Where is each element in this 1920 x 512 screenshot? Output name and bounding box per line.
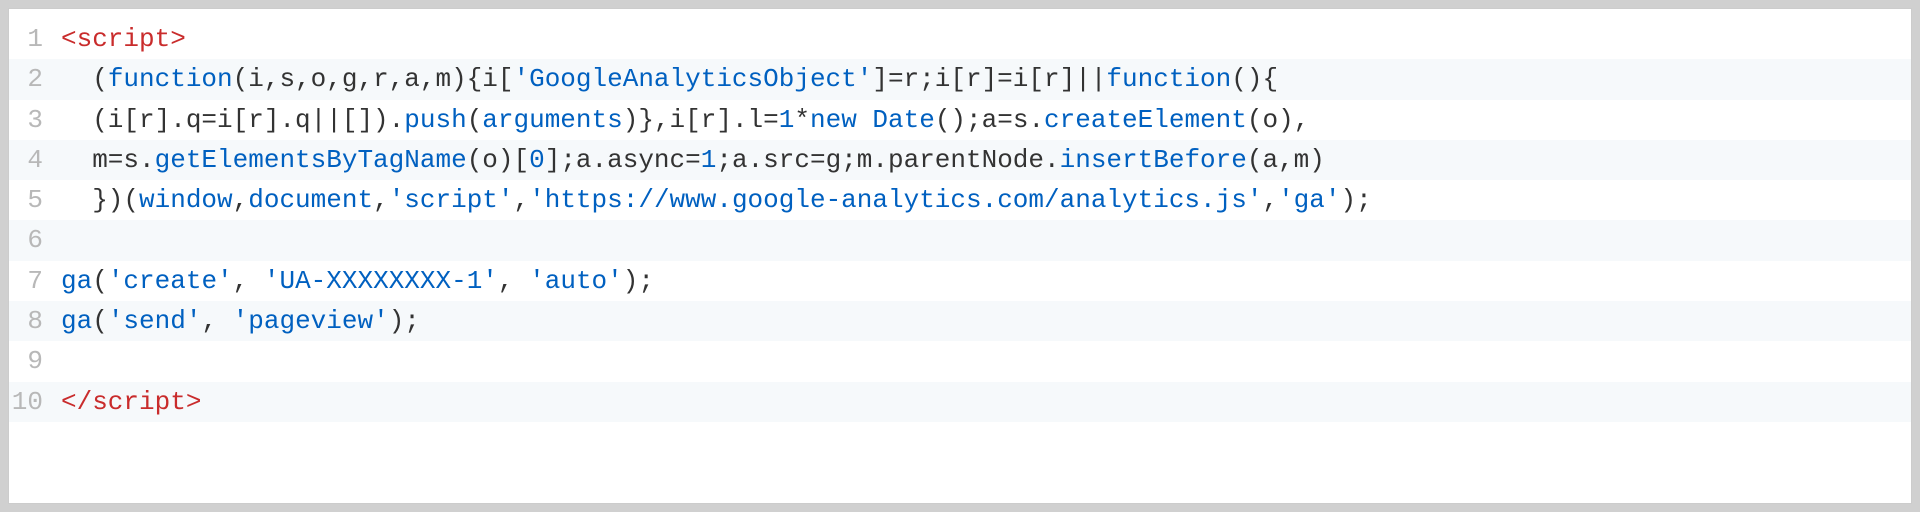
code-token: 1 (779, 105, 795, 135)
code-token: (o)[ (467, 145, 529, 175)
line-number: 10 (9, 382, 61, 422)
code-token: })( (61, 185, 139, 215)
code-token: (a,m) (1247, 145, 1325, 175)
line-number: 2 (9, 59, 61, 99)
code-token: (){ (1231, 64, 1278, 94)
code-token: <script> (61, 24, 186, 54)
code-token: ( (467, 105, 483, 135)
code-token: 'auto' (529, 266, 623, 296)
line-content: </script> (61, 382, 1911, 422)
line-number: 8 (9, 301, 61, 341)
code-token: ); (1340, 185, 1371, 215)
code-token: ga (61, 266, 92, 296)
code-token: , (514, 185, 530, 215)
code-token: function (108, 64, 233, 94)
code-token: arguments (482, 105, 622, 135)
line-number: 4 (9, 140, 61, 180)
line-content: m=s.getElementsByTagName(o)[0];a.async=1… (61, 140, 1911, 180)
code-token: createElement (1044, 105, 1247, 135)
line-content (61, 220, 1911, 260)
code-token: ];a.async= (545, 145, 701, 175)
code-token: ga (61, 306, 92, 336)
code-token: * (794, 105, 810, 135)
code-token: document (248, 185, 373, 215)
code-token: Date (872, 105, 934, 135)
code-token: ();a=s. (935, 105, 1044, 135)
code-token: 'script' (389, 185, 514, 215)
code-token: window (139, 185, 233, 215)
line-content: ga('create', 'UA-XXXXXXXX-1', 'auto'); (61, 261, 1911, 301)
code-line: 4 m=s.getElementsByTagName(o)[0];a.async… (9, 140, 1911, 180)
code-token: 'pageview' (233, 306, 389, 336)
line-content: (i[r].q=i[r].q||[]).push(arguments)},i[r… (61, 100, 1911, 140)
line-content: (function(i,s,o,g,r,a,m){i['GoogleAnalyt… (61, 59, 1911, 99)
code-line: 5 })(window,document,'script','https://w… (9, 180, 1911, 220)
code-token: ( (92, 266, 108, 296)
code-token: 0 (529, 145, 545, 175)
code-token: )},i[r].l= (623, 105, 779, 135)
code-token: ;a.src=g;m.parentNode. (716, 145, 1059, 175)
code-token: ); (623, 266, 654, 296)
code-token: m=s. (61, 145, 155, 175)
code-line: 6 (9, 220, 1911, 260)
code-token: insertBefore (1060, 145, 1247, 175)
code-line: 8ga('send', 'pageview'); (9, 301, 1911, 341)
line-number: 7 (9, 261, 61, 301)
code-token: (i[r].q=i[r].q||[]). (61, 105, 404, 135)
code-line: 3 (i[r].q=i[r].q||[]).push(arguments)},i… (9, 100, 1911, 140)
code-token: getElementsByTagName (155, 145, 467, 175)
code-token: (o), (1247, 105, 1309, 135)
code-token: , (498, 266, 529, 296)
line-content: ga('send', 'pageview'); (61, 301, 1911, 341)
line-content: <script> (61, 19, 1911, 59)
code-token: 1 (701, 145, 717, 175)
code-token: new (810, 105, 857, 135)
code-token: 'create' (108, 266, 233, 296)
code-token: function (1106, 64, 1231, 94)
code-line: 10</script> (9, 382, 1911, 422)
code-token: , (373, 185, 389, 215)
line-content (61, 341, 1911, 381)
code-token: , (1262, 185, 1278, 215)
line-number: 3 (9, 100, 61, 140)
code-token: ( (92, 306, 108, 336)
code-token: </script> (61, 387, 201, 417)
code-token: push (404, 105, 466, 135)
code-line: 2 (function(i,s,o,g,r,a,m){i['GoogleAnal… (9, 59, 1911, 99)
line-number: 1 (9, 19, 61, 59)
code-line: 9 (9, 341, 1911, 381)
code-token: , (201, 306, 232, 336)
code-block: 1<script>2 (function(i,s,o,g,r,a,m){i['G… (8, 8, 1912, 504)
code-token: ]=r;i[r]=i[r]|| (872, 64, 1106, 94)
code-token: , (233, 266, 264, 296)
code-token (857, 105, 873, 135)
code-token: ( (61, 64, 108, 94)
code-token: 'send' (108, 306, 202, 336)
code-token: 'UA-XXXXXXXX-1' (264, 266, 498, 296)
code-token: (i,s,o,g,r,a,m){i[ (233, 64, 514, 94)
line-number: 5 (9, 180, 61, 220)
code-token: 'GoogleAnalyticsObject' (514, 64, 873, 94)
code-line: 7ga('create', 'UA-XXXXXXXX-1', 'auto'); (9, 261, 1911, 301)
line-number: 6 (9, 220, 61, 260)
code-token: ); (389, 306, 420, 336)
code-token: 'ga' (1278, 185, 1340, 215)
code-line: 1<script> (9, 19, 1911, 59)
line-content: })(window,document,'script','https://www… (61, 180, 1911, 220)
code-token: , (233, 185, 249, 215)
line-number: 9 (9, 341, 61, 381)
code-token: 'https://www.google-analytics.com/analyt… (529, 185, 1262, 215)
